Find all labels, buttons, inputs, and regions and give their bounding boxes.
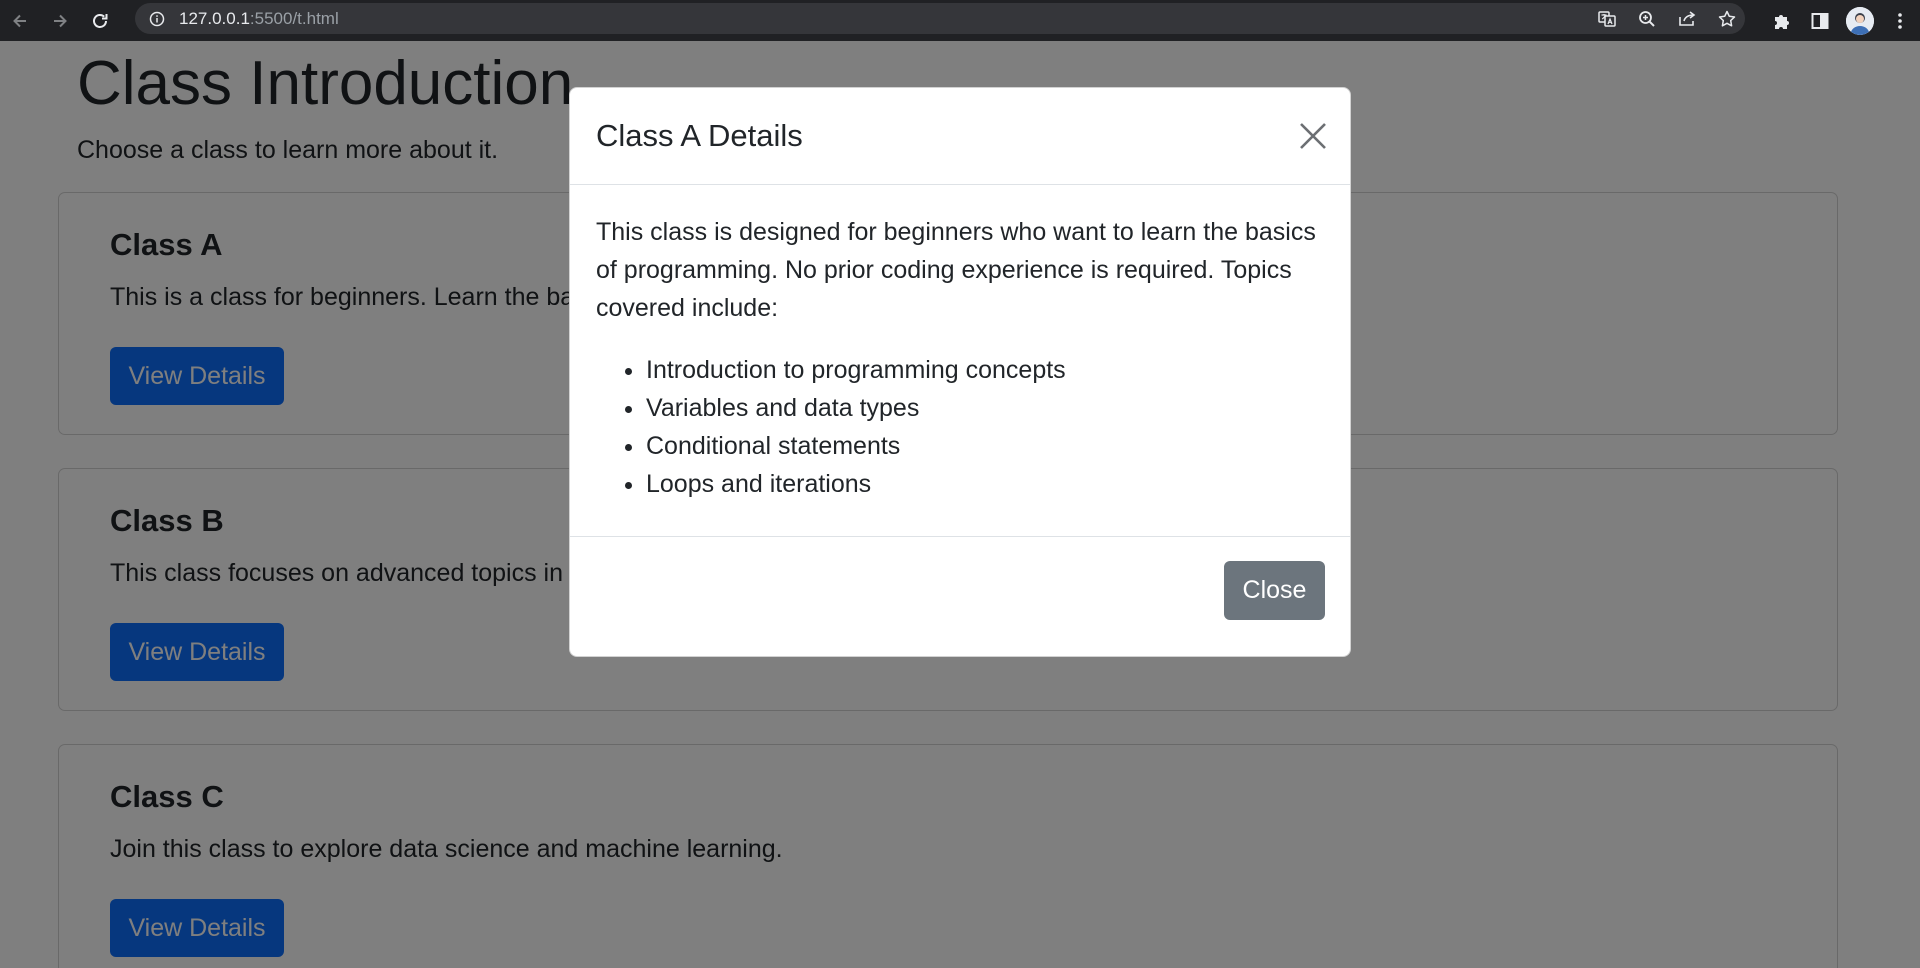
list-item: Loops and iterations xyxy=(646,465,1324,503)
reload-button[interactable] xyxy=(84,5,116,37)
zoom-button[interactable] xyxy=(1635,7,1659,31)
modal-close-x-button[interactable] xyxy=(1298,121,1328,151)
close-icon xyxy=(1300,123,1326,149)
url-text[interactable]: 127.0.0.1:5500/t.html xyxy=(179,9,339,29)
url-host: 127.0.0.1 xyxy=(179,8,250,28)
class-details-modal: Class A Details This class is designed f… xyxy=(569,87,1351,657)
url-path: :5500/t.html xyxy=(249,8,339,28)
back-arrow-icon xyxy=(13,14,26,27)
zoom-icon xyxy=(1639,10,1655,27)
kebab-menu-icon xyxy=(1898,12,1902,29)
translate-button[interactable] xyxy=(1595,7,1619,31)
side-panel-icon xyxy=(1811,12,1829,29)
side-panel-button[interactable] xyxy=(1808,9,1832,33)
modal-description: This class is designed for beginners who… xyxy=(596,218,1316,322)
back-button[interactable] xyxy=(4,5,36,37)
close-button[interactable]: Close xyxy=(1224,561,1325,620)
share-button[interactable] xyxy=(1675,7,1699,31)
forward-button[interactable] xyxy=(44,5,76,37)
modal-header: Class A Details xyxy=(570,88,1350,185)
extensions-button[interactable] xyxy=(1770,9,1794,33)
translate-icon xyxy=(1598,10,1616,27)
avatar[interactable] xyxy=(1846,6,1874,35)
address-bar[interactable]: 127.0.0.1:5500/t.html xyxy=(135,3,1745,34)
reload-icon xyxy=(93,13,108,28)
share-icon xyxy=(1679,10,1696,26)
list-item: Variables and data types xyxy=(646,389,1324,427)
modal-body: This class is designed for beginners who… xyxy=(570,185,1350,537)
topic-list: Introduction to programming concepts Var… xyxy=(596,351,1324,503)
puzzle-icon xyxy=(1775,14,1789,29)
browser-toolbar: 127.0.0.1:5500/t.html xyxy=(0,0,1920,41)
star-icon xyxy=(1718,10,1736,27)
modal-title: Class A Details xyxy=(596,118,803,153)
list-item: Introduction to programming concepts xyxy=(646,351,1324,389)
list-item: Conditional statements xyxy=(646,427,1324,465)
info-icon[interactable] xyxy=(149,11,165,27)
menu-button[interactable] xyxy=(1888,9,1912,33)
modal-footer: Close xyxy=(570,537,1350,656)
bookmark-button[interactable] xyxy=(1715,7,1739,31)
profile-icon xyxy=(1846,6,1874,35)
forward-arrow-icon xyxy=(54,14,67,27)
